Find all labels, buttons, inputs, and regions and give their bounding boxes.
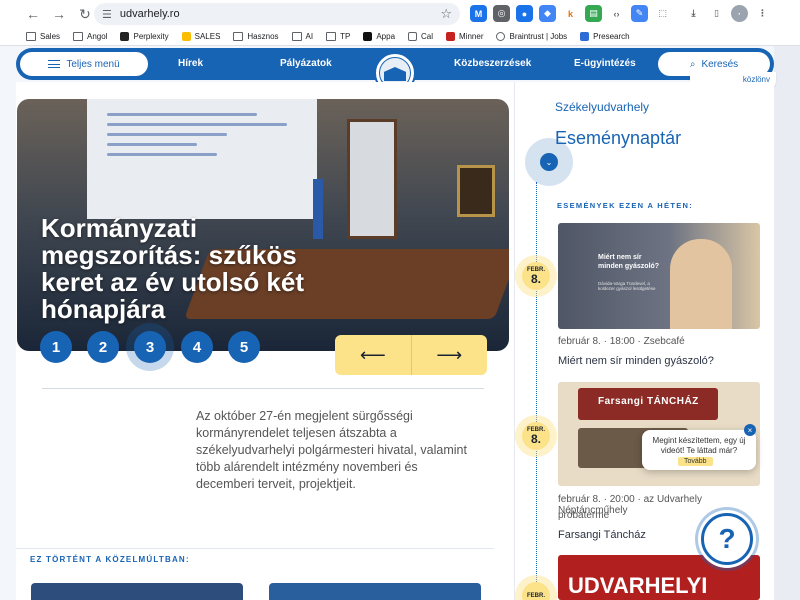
event-title[interactable]: Miért nem sír minden gyászoló?	[558, 355, 714, 367]
hero-image-window	[347, 119, 397, 239]
puzzle-icon[interactable]: ⬚	[654, 5, 671, 22]
extension-icon[interactable]: ◆	[539, 5, 556, 22]
bookmark-item[interactable]: Minner	[446, 32, 483, 41]
calendar-scroll-button[interactable]: ⌄	[525, 138, 573, 186]
folder-icon	[233, 32, 244, 41]
events-city: Székelyudvarhely	[555, 100, 650, 114]
presearch-icon	[580, 32, 590, 41]
bookmark-item[interactable]: Cal	[408, 32, 433, 41]
bookmarks-bar: Sales Angol Perplexity SALES Hasznos AI …	[0, 28, 800, 46]
column-divider	[514, 82, 515, 600]
recent-article-thumbnail[interactable]	[269, 583, 481, 600]
extension-icon[interactable]: M	[470, 5, 487, 22]
nav-link-news[interactable]: Hírek	[178, 58, 203, 69]
avatar[interactable]: ·	[731, 5, 748, 22]
slider-arrows: ⟵ ⟶	[335, 335, 487, 375]
close-icon[interactable]: ×	[744, 424, 756, 436]
sidepanel-icon[interactable]: ▯	[708, 5, 725, 22]
bookmark-item[interactable]: SALES	[181, 32, 220, 41]
nav-link-e-administration[interactable]: E-ügyintézés	[574, 58, 636, 69]
search-icon: ⌕	[689, 58, 696, 70]
browser-side-strip	[774, 46, 800, 600]
bookmark-item[interactable]: Sales	[26, 32, 60, 41]
hero-image-screen	[87, 99, 317, 219]
slider-page-5[interactable]: 5	[228, 331, 260, 363]
slider-pagination: 1 2 3 4 5	[40, 331, 260, 363]
bookmark-item[interactable]: Presearch	[580, 32, 630, 41]
braintrust-icon	[496, 32, 506, 41]
hero-slider[interactable]: Kormányzati megszorítás: szűkös keret az…	[17, 99, 509, 351]
chevron-down-icon: ⌄	[540, 153, 558, 171]
hamburger-icon	[48, 60, 61, 68]
bookmark-item[interactable]: TP	[326, 32, 350, 41]
events-timeline	[536, 182, 537, 600]
event-meta: próbaterme	[558, 510, 610, 521]
article-lead: Az október 27-én megjelent sürgősségi ko…	[196, 409, 467, 491]
bookmark-star-icon[interactable]: ☆	[440, 6, 452, 22]
slider-page-1[interactable]: 1	[40, 331, 72, 363]
bookmark-item[interactable]: Appa	[363, 32, 395, 41]
bookmark-item[interactable]: Angol	[73, 32, 107, 41]
minner-icon	[446, 32, 456, 41]
extension-icon[interactable]: ✎	[631, 5, 648, 22]
event-date-badge: FEBR.	[522, 582, 550, 600]
nav-link-procurement[interactable]: Közbeszerzések	[454, 58, 531, 69]
slider-page-4[interactable]: 4	[181, 331, 213, 363]
extension-icon[interactable]: ◎	[493, 5, 510, 22]
bookmark-item[interactable]: Hasznos	[233, 32, 279, 41]
recent-article-thumbnail[interactable]	[31, 583, 243, 600]
event-meta: február 8. · 18:00 · Zsebcafé	[558, 336, 685, 347]
folder-icon	[326, 32, 337, 41]
folder-icon	[26, 32, 36, 41]
drive-icon	[181, 32, 191, 41]
recent-section-label: EZ TÖRTÉNT A KÖZELMÚLTBAN:	[30, 555, 190, 564]
event-image-person	[670, 239, 732, 329]
folder-icon	[291, 32, 302, 41]
extension-icon[interactable]: ●	[516, 5, 533, 22]
bookmark-item[interactable]: Braintrust | Jobs	[496, 32, 567, 41]
divider	[16, 548, 494, 549]
extensions-row: M ◎ ● ◆ k ▤ ‹› ✎ ⬚ ⤓ ▯ · ⋮	[470, 5, 771, 22]
bookmark-item[interactable]: AI	[291, 32, 313, 41]
event-title[interactable]: Farsangi Táncház	[558, 529, 646, 541]
extension-icon[interactable]: ▤	[585, 5, 602, 22]
nav-link-tenders[interactable]: Pályázatok	[280, 58, 332, 69]
address-bar[interactable]: ☰ udvarhely.ro ☆	[94, 3, 460, 25]
popup-more-button[interactable]: Tovább	[678, 457, 713, 466]
hero-image-portrait	[457, 165, 495, 217]
event-image[interactable]: Miért nem sír minden gyászoló? Dávida-Va…	[558, 223, 760, 329]
next-arrow-icon[interactable]: ⟶	[410, 335, 488, 375]
site-settings-icon[interactable]: ☰	[102, 8, 112, 21]
divider	[42, 388, 484, 389]
extension-icon[interactable]: ‹›	[608, 5, 625, 22]
more-icon[interactable]: ⋮	[754, 5, 771, 22]
event-date-badge: FEBR. 8.	[522, 262, 550, 290]
bookmark-item[interactable]: Perplexity	[120, 32, 169, 41]
appa-icon	[363, 32, 373, 41]
url-text: udvarhely.ro	[119, 8, 180, 20]
browser-toolbar: ← → ↻ ☰ udvarhely.ro ☆ M ◎ ● ◆ k ▤ ‹› ✎ …	[0, 0, 800, 28]
folder-icon	[73, 32, 84, 41]
calendar-icon	[408, 32, 418, 41]
full-menu-button[interactable]: Teljes menü	[20, 52, 148, 76]
back-arrow-icon[interactable]: ←	[22, 3, 44, 25]
help-button[interactable]: ?	[701, 513, 753, 565]
forward-arrow-icon[interactable]: →	[48, 3, 70, 25]
hero-title[interactable]: Kormányzati megszorítás: szűkös keret az…	[41, 215, 341, 323]
week-events-label: ESEMÉNYEK EZEN A HÉTEN:	[557, 201, 694, 210]
extension-icon[interactable]: k	[562, 5, 579, 22]
events-heading: Eseménynaptár	[555, 128, 682, 148]
slider-page-2[interactable]: 2	[87, 331, 119, 363]
reload-icon[interactable]: ↻	[74, 3, 96, 25]
video-popup[interactable]: Megint készítettem, egy új videót! Te lá…	[642, 430, 756, 470]
download-icon[interactable]: ⤓	[685, 5, 702, 22]
perplexity-icon	[120, 32, 130, 41]
prev-arrow-icon[interactable]: ⟵	[335, 335, 411, 375]
slider-page-3[interactable]: 3	[134, 331, 166, 363]
event-date-badge: FEBR. 8.	[522, 422, 550, 450]
page-content: Kormányzati megszorítás: szűkös keret az…	[16, 82, 774, 600]
